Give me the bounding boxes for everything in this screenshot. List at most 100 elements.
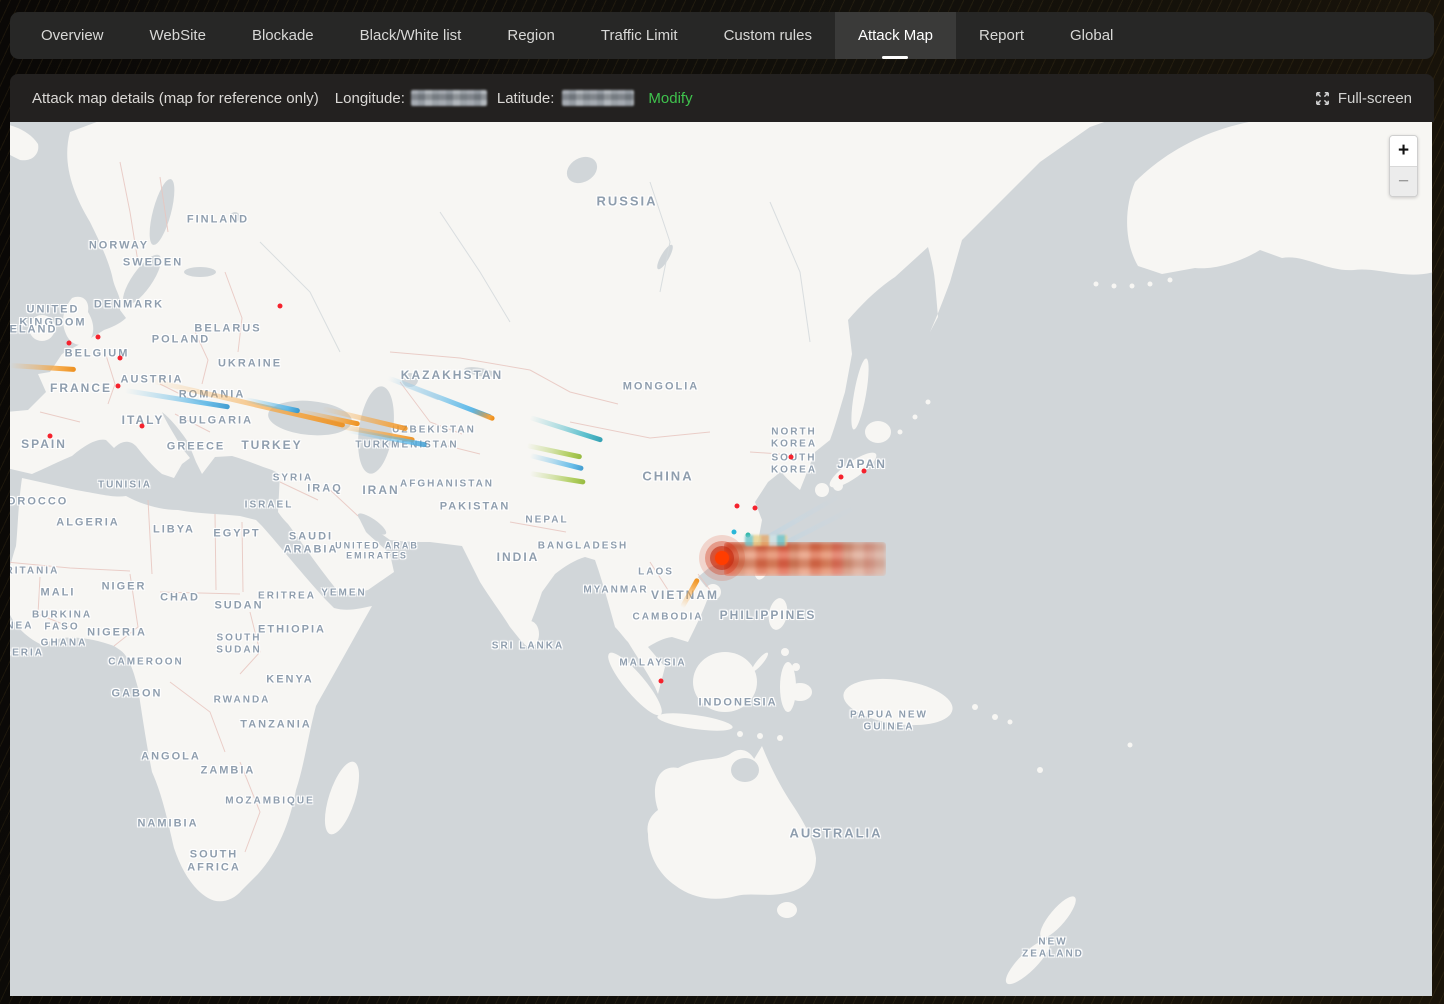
map-label-tanzania: TANZANIA (240, 719, 311, 732)
map-label-israel: ISRAEL (245, 499, 294, 511)
map-label-papua-new-guinea: PAPUA NEW GUINEA (850, 710, 928, 733)
attack-target-marker (699, 535, 745, 581)
attack-dot-red (278, 304, 283, 309)
map-label-mali: MALI (41, 587, 76, 600)
attack-dot-red (48, 434, 53, 439)
attack-dot-red (753, 506, 758, 511)
map-label-sweden: SWEDEN (123, 257, 183, 270)
map-label-kenya: KENYA (266, 674, 314, 687)
map-zoom-control: + − (1389, 135, 1418, 197)
map-label-ethiopia: ETHIOPIA (258, 624, 326, 637)
tab-custom-rules[interactable]: Custom rules (701, 12, 835, 59)
map-label-china: CHINA (642, 470, 693, 485)
attack-dot-red (116, 384, 121, 389)
map-label-australia: AUSTRALIA (789, 827, 882, 842)
map-label-angola: ANGOLA (141, 751, 201, 764)
map-label-afghanistan: AFGHANISTAN (400, 478, 494, 490)
tab-global[interactable]: Global (1047, 12, 1136, 59)
attack-dot-cyan (732, 530, 737, 535)
map-label-france: FRANCE (50, 382, 112, 396)
map-label-ukraine: UKRAINE (218, 358, 282, 371)
map-label-north-korea: NORTH KOREA (771, 427, 817, 450)
map-label-russia: RUSSIA (596, 195, 657, 210)
latitude-value-redacted (562, 90, 634, 106)
map-label-nigeria: NIGERIA (87, 627, 147, 640)
modify-link[interactable]: Modify (648, 90, 692, 107)
map-label-nepal: NEPAL (525, 514, 568, 526)
tab-report[interactable]: Report (956, 12, 1047, 59)
map-label-burkina-faso: BURKINA FASO (32, 610, 92, 633)
map-label-kazakhstan: KAZAKHSTAN (401, 369, 503, 383)
map-label-guinea: GUINEA (10, 620, 33, 632)
tab-black-white-list[interactable]: Black/White list (337, 12, 485, 59)
latitude-label: Latitude: (497, 90, 555, 107)
map-label-new-zealand: NEW ZEALAND (1022, 937, 1084, 960)
map-label-bangladesh: BANGLADESH (538, 540, 629, 552)
map-label-rwanda: RWANDA (214, 694, 271, 706)
zoom-in-button[interactable]: + (1390, 136, 1417, 166)
longitude-value-redacted (411, 90, 487, 106)
map-label-iraq: IRAQ (307, 483, 343, 496)
nav-tabs: OverviewWebSiteBlockadeBlack/White listR… (10, 12, 1434, 59)
map-label-niger: NIGER (102, 581, 147, 594)
map-label-philippines: PHILIPPINES (720, 609, 817, 623)
tab-blockade[interactable]: Blockade (229, 12, 337, 59)
attack-dot-red (67, 341, 72, 346)
map-label-indonesia: INDONESIA (698, 697, 777, 710)
map-label-turkey: TURKEY (241, 439, 302, 453)
map-label-finland: FINLAND (187, 214, 249, 227)
map-label-saudi-arabia: SAUDI ARABIA (284, 530, 339, 555)
map-label-pakistan: PAKISTAN (440, 501, 511, 514)
map-label-egypt: EGYPT (213, 528, 260, 541)
zoom-out-button[interactable]: − (1390, 166, 1417, 196)
attack-dot-red (862, 469, 867, 474)
map-label-gabon: GABON (112, 688, 163, 701)
map-label-tunisia: TUNISIA (98, 479, 152, 491)
fullscreen-button[interactable]: Full-screen (1315, 90, 1412, 107)
map-label-greece: GREECE (167, 441, 225, 454)
fullscreen-icon (1315, 91, 1330, 106)
attack-dot-red (839, 475, 844, 480)
map-label-laos: LAOS (638, 566, 674, 578)
map-label-cambodia: CAMBODIA (633, 611, 704, 623)
map-label-ireland: IRELAND (10, 324, 57, 337)
map-label-chad: CHAD (160, 592, 200, 605)
map-label-south-sudan: SOUTH SUDAN (216, 633, 262, 656)
map-label-malaysia: MALAYSIA (619, 657, 686, 669)
tab-traffic-limit[interactable]: Traffic Limit (578, 12, 701, 59)
map-label-sudan: SUDAN (214, 600, 263, 613)
map-label-mauritania: MAURITANIA (10, 565, 59, 577)
tab-region[interactable]: Region (484, 12, 578, 59)
longitude-label: Longitude: (335, 90, 405, 107)
map-label-south-africa: SOUTH AFRICA (187, 848, 241, 873)
map-label-algeria: ALGERIA (56, 517, 120, 530)
map-label-libya: LIBYA (153, 524, 195, 537)
map-label-india: INDIA (497, 551, 540, 565)
attack-dot-red (659, 679, 664, 684)
map-label-south-korea: SOUTH KOREA (771, 453, 817, 476)
map-label-liberia: LIBERIA (10, 647, 44, 659)
map-toolbar: Attack map details (map for reference on… (10, 74, 1434, 122)
tab-overview[interactable]: Overview (18, 12, 127, 59)
target-minibar-redacted (745, 535, 787, 546)
map-label-denmark: DENMARK (94, 299, 164, 312)
attack-dot-red (735, 504, 740, 509)
map-label-yemen: YEMEN (321, 587, 367, 599)
tab-website[interactable]: WebSite (127, 12, 229, 59)
map-label-eritrea: ERITREA (258, 590, 316, 602)
world-map[interactable]: RUSSIAFINLANDNORWAYSWEDENDENMARKUNITED K… (10, 122, 1432, 996)
toolbar-title: Attack map details (map for reference on… (32, 90, 319, 107)
map-label-morocco: MOROCCO (10, 496, 68, 509)
map-label-ghana: GHANA (41, 637, 88, 649)
attack-map-page: OverviewWebSiteBlockadeBlack/White listR… (0, 0, 1444, 1004)
map-label-cameroon: CAMEROON (108, 656, 183, 668)
attack-dot-red (96, 335, 101, 340)
map-label-myanmar: MYANMAR (583, 584, 648, 596)
map-label-bulgaria: BULGARIA (179, 415, 253, 428)
map-label-mozambique: MOZAMBIQUE (225, 795, 314, 807)
map-label-zambia: ZAMBIA (201, 765, 256, 778)
target-label-redacted (724, 542, 886, 576)
map-label-united-arab-emirates: UNITED ARAB EMIRATES (335, 541, 419, 562)
tab-attack-map[interactable]: Attack Map (835, 12, 956, 59)
map-label-poland: POLAND (152, 334, 210, 347)
